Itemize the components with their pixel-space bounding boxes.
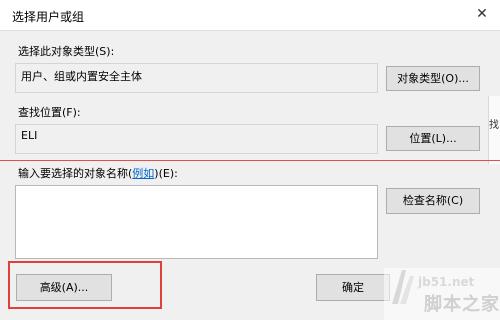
object-names-label-suffix: )(E): bbox=[154, 167, 178, 180]
annotation-line bbox=[0, 160, 500, 161]
object-names-label-prefix: 输入要选择的对象名称( bbox=[18, 167, 133, 180]
location-field: ELI bbox=[15, 124, 378, 154]
background-window-text: 找 bbox=[489, 120, 499, 131]
location-value: ELI bbox=[21, 129, 38, 142]
object-type-label: 选择此对象类型(S): bbox=[18, 45, 115, 58]
object-names-label: 输入要选择的对象名称(例如)(E): bbox=[18, 165, 178, 181]
watermark-url: jb51.net bbox=[418, 275, 475, 289]
title-bar: 选择用户或组 ✕ bbox=[0, 0, 500, 31]
object-type-button[interactable]: 对象类型(O)... bbox=[386, 66, 480, 91]
close-icon[interactable]: ✕ bbox=[472, 4, 492, 24]
watermark-logo-icon bbox=[392, 270, 414, 304]
object-type-field: 用户、组或内置安全主体 bbox=[15, 63, 378, 93]
ok-button[interactable]: 确定 bbox=[316, 274, 390, 301]
object-names-input[interactable] bbox=[15, 185, 378, 259]
dialog-title: 选择用户或组 bbox=[12, 10, 85, 24]
check-names-button[interactable]: 检查名称(C) bbox=[386, 188, 480, 214]
examples-link[interactable]: 例如 bbox=[132, 167, 154, 180]
watermark-name: 脚本之家 bbox=[424, 294, 500, 315]
object-type-value: 用户、组或内置安全主体 bbox=[21, 70, 142, 83]
location-label: 查找位置(F): bbox=[18, 106, 81, 119]
location-button[interactable]: 位置(L)... bbox=[386, 126, 480, 151]
annotation-highlight-box bbox=[8, 261, 162, 309]
